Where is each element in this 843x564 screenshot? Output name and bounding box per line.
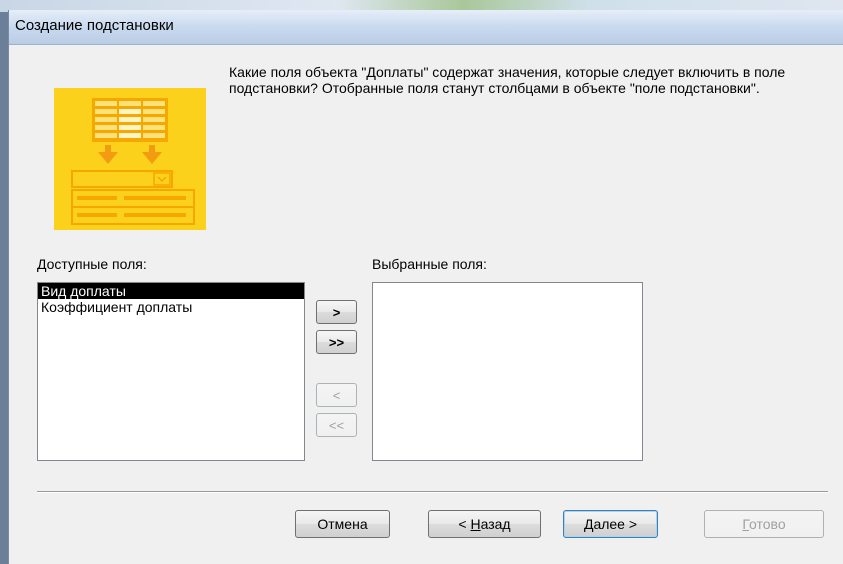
cancel-button[interactable]: Отмена — [295, 510, 390, 538]
list-item-koefficient-doplaty[interactable]: Коэффициент доплаты — [38, 299, 304, 315]
selected-fields-label: Выбранные поля: — [372, 256, 487, 272]
finish-button[interactable]: Готово — [704, 510, 824, 538]
selected-fields-list[interactable] — [372, 282, 643, 461]
cancel-button-label: Отмена — [317, 516, 368, 532]
title-bar[interactable]: Создание подстановки — [9, 10, 843, 45]
next-button[interactable]: Далее > — [563, 510, 658, 538]
available-fields-label: Доступные поля: — [37, 256, 147, 272]
add-field-button[interactable]: > — [316, 300, 357, 324]
finish-button-label: Готово — [742, 516, 786, 532]
lookup-wizard-icon — [54, 88, 206, 230]
back-button[interactable]: < Назад — [428, 510, 541, 538]
dialog-body: Какие поля объекта "Доплаты" содержат зн… — [9, 45, 843, 564]
remove-field-button[interactable]: < — [316, 383, 357, 407]
window-title: Создание подстановки — [15, 17, 174, 34]
next-button-label: Далее > — [583, 516, 638, 532]
back-button-label: < Назад — [458, 516, 511, 532]
lookup-wizard-dialog: Создание подстановки Какие поля объекта … — [8, 10, 843, 564]
footer-separator — [37, 491, 828, 493]
add-all-fields-button[interactable]: >> — [316, 330, 357, 354]
instruction-text: Какие поля объекта "Доплаты" содержат зн… — [229, 64, 786, 96]
remove-all-fields-button[interactable]: << — [316, 413, 357, 437]
list-item-vid-doplaty[interactable]: Вид доплаты — [38, 283, 304, 299]
available-fields-list[interactable]: Вид доплаты Коэффициент доплаты — [37, 282, 305, 461]
